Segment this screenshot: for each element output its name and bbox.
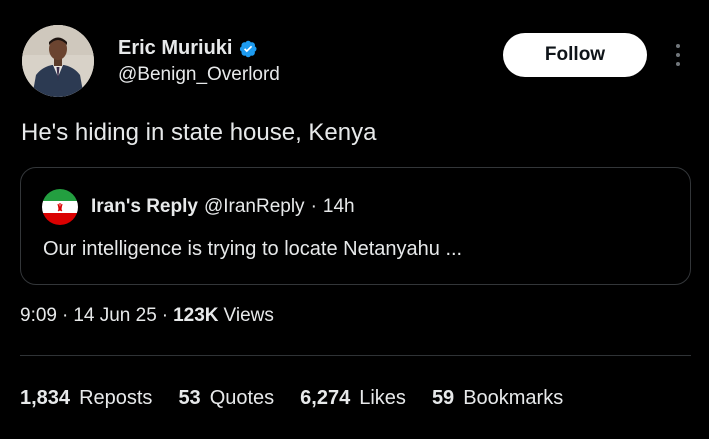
author-display-name[interactable]: Eric Muriuki — [118, 37, 232, 60]
more-dot — [676, 53, 680, 57]
stat-count: 59 — [431, 387, 455, 409]
stat-count: 53 — [178, 387, 201, 409]
divider — [20, 355, 691, 356]
follow-button[interactable]: Follow — [503, 33, 647, 77]
stat-label: Likes — [359, 387, 406, 409]
stat-likes[interactable]: 6,274 Likes — [300, 387, 406, 410]
stat-count: 1,834 — [20, 387, 71, 409]
tweet-text: He's hiding in state house, Kenya — [21, 119, 377, 146]
quote-time[interactable]: 14h — [323, 196, 355, 218]
stat-label: Quotes — [209, 387, 275, 409]
stat-count: 6,274 — [300, 387, 351, 409]
more-dot — [676, 44, 680, 48]
quote-tweet-card[interactable]: Iran's Reply @IranReply · 14h Our intell… — [20, 167, 691, 285]
author-handle[interactable]: @Benign_Overlord — [118, 64, 280, 86]
meta-separator: · — [161, 305, 169, 326]
quote-header: Iran's Reply @IranReply · 14h — [91, 196, 355, 218]
quote-text: Our intelligence is trying to locate Net… — [43, 238, 463, 260]
tweet-date[interactable]: 14 Jun 25 — [73, 305, 156, 327]
verified-badge-icon — [240, 40, 258, 57]
stat-bookmarks[interactable]: 59 Bookmarks — [432, 387, 563, 410]
tweet-meta: 9:09 · 14 Jun 25 · 123K Views — [20, 305, 274, 327]
tweet-time[interactable]: 9:09 — [20, 305, 57, 327]
more-vertical-icon[interactable] — [670, 40, 686, 70]
stat-label: Bookmarks — [463, 387, 564, 409]
meta-separator: · — [61, 305, 69, 326]
stat-reposts[interactable]: 1,834 Reposts — [20, 387, 152, 410]
views-label: Views — [223, 305, 274, 326]
quote-separator: · — [310, 196, 317, 217]
engagement-stats: 1,834 Reposts 53 Quotes 6,274 Likes 59 B… — [20, 387, 589, 410]
author-avatar[interactable] — [22, 25, 94, 97]
author-name-row: Eric Muriuki — [118, 37, 258, 60]
quote-display-name[interactable]: Iran's Reply — [91, 196, 198, 218]
quote-handle[interactable]: @IranReply — [204, 196, 305, 218]
tweet-container: Eric Muriuki @Benign_Overlord Follow He'… — [0, 0, 709, 439]
iran-flag-icon[interactable] — [42, 189, 78, 225]
more-dot — [676, 62, 680, 66]
views-count: 123K — [173, 305, 219, 326]
stat-quotes[interactable]: 53 Quotes — [178, 387, 274, 410]
stat-label: Reposts — [79, 387, 153, 409]
